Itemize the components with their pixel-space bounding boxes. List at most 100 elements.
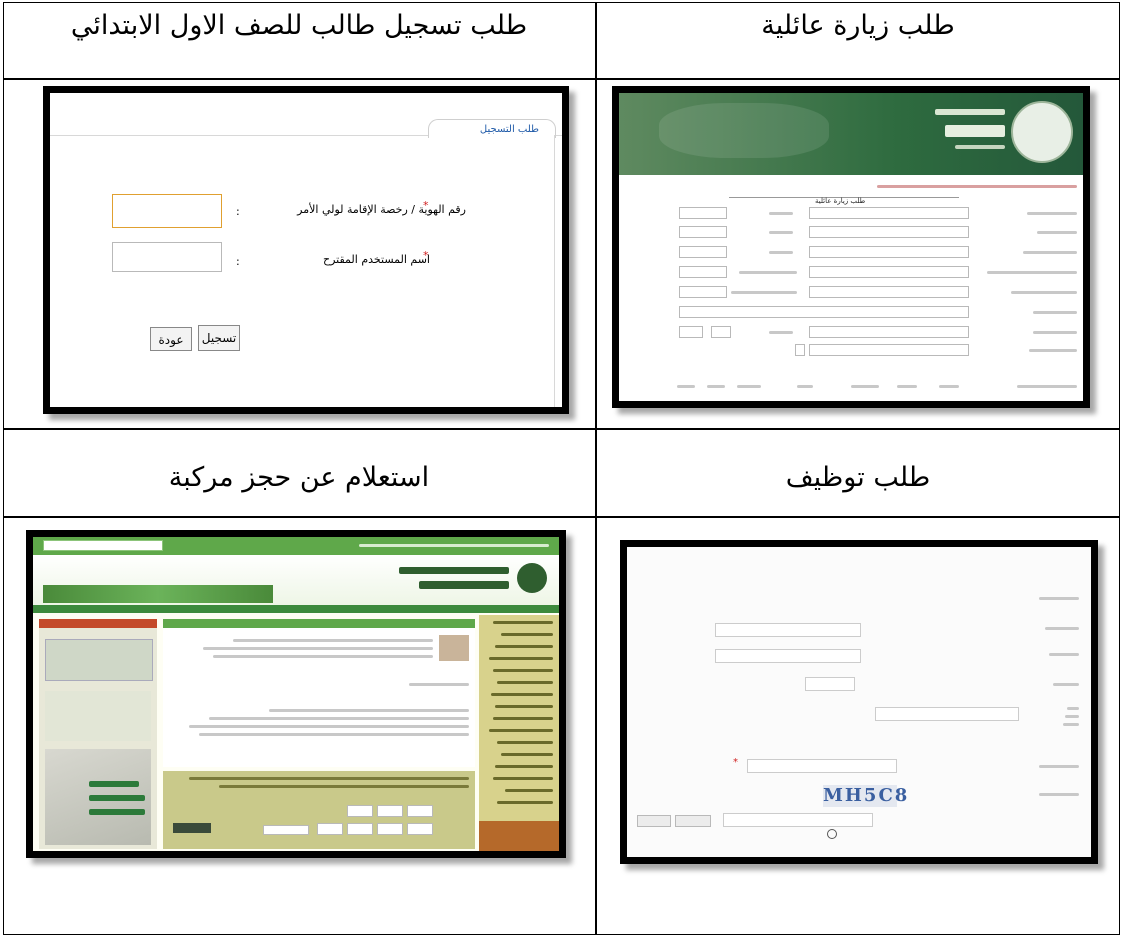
emblem-icon	[517, 563, 547, 593]
tab-label: طلب التسجيل	[479, 124, 539, 135]
plate-input[interactable]	[347, 823, 373, 835]
panel-border	[554, 135, 555, 407]
column-header	[797, 385, 813, 388]
inquiry-panel	[163, 771, 475, 849]
job-request-title: طلب توظيف	[785, 462, 931, 493]
email-input[interactable]	[747, 759, 897, 773]
field-label	[769, 231, 793, 234]
text-field[interactable]	[809, 207, 969, 219]
text-field[interactable]	[809, 226, 969, 238]
job-form-screenshot: * MH5C8	[620, 540, 1098, 864]
captcha-input[interactable]	[263, 825, 309, 835]
required-mark: *	[423, 199, 429, 212]
left-sidebar	[39, 619, 157, 849]
search-input[interactable]	[43, 540, 163, 551]
field-label	[1029, 349, 1077, 352]
colon: :	[236, 255, 240, 268]
row-divider	[3, 516, 1120, 518]
row-divider	[3, 78, 1120, 80]
text-field[interactable]	[679, 266, 727, 278]
tab-registration[interactable]: طلب التسجيل	[428, 119, 556, 138]
field-label	[1067, 707, 1079, 710]
field-label	[1063, 723, 1079, 726]
skyline-graphic	[43, 585, 273, 603]
field-label	[1049, 653, 1079, 656]
field-label	[769, 331, 793, 334]
column-header	[897, 385, 917, 388]
column-header	[851, 385, 879, 388]
field-label	[769, 251, 793, 254]
column-header	[707, 385, 725, 388]
submit-button[interactable]	[675, 815, 711, 827]
field-label	[769, 212, 793, 215]
notice-text	[877, 185, 1077, 188]
field-label	[1039, 793, 1079, 796]
colon: :	[236, 205, 240, 218]
portal-top-bar	[33, 537, 559, 555]
visit-request-title: طلب زيارة عائلية	[761, 10, 955, 41]
column-header	[677, 385, 695, 388]
text-field[interactable]	[679, 306, 969, 318]
mofa-header	[619, 93, 1083, 175]
header-text-line	[935, 109, 1005, 115]
field-label	[1053, 683, 1079, 686]
field-label	[1023, 251, 1077, 254]
section-title	[1039, 597, 1079, 600]
text-field[interactable]	[679, 226, 727, 238]
submit-button[interactable]	[173, 823, 211, 833]
last-name-input[interactable]	[715, 649, 861, 663]
field-label	[1011, 291, 1077, 294]
column-header	[737, 385, 761, 388]
national-id-input[interactable]	[875, 707, 1019, 721]
back-button[interactable]: عودة	[150, 327, 192, 351]
text-field[interactable]	[809, 286, 969, 298]
username-input[interactable]	[112, 242, 222, 272]
plate-input[interactable]	[407, 805, 433, 817]
plate-input[interactable]	[377, 805, 403, 817]
id-input[interactable]	[112, 194, 222, 228]
cancel-button[interactable]	[637, 815, 671, 827]
emblem-icon	[1011, 101, 1073, 163]
text-field[interactable]	[809, 344, 969, 356]
select-field[interactable]	[809, 326, 969, 338]
field-label	[731, 291, 797, 294]
field-label	[987, 271, 1077, 274]
refresh-icon[interactable]	[827, 829, 837, 839]
first-name-input[interactable]	[715, 623, 861, 637]
gender-select[interactable]	[805, 677, 855, 691]
text-field[interactable]	[809, 246, 969, 258]
plate-input[interactable]	[377, 823, 403, 835]
column-header	[1017, 385, 1077, 388]
vehicle-inquiry-title: استعلام عن حجز مركبة	[168, 462, 430, 493]
text-field[interactable]	[679, 246, 727, 258]
select-field[interactable]	[679, 207, 727, 219]
calendar-button[interactable]	[795, 344, 805, 356]
visit-form-screenshot: طلب زيارة عائلية	[612, 86, 1090, 408]
select-field[interactable]	[711, 326, 731, 338]
nav-bar	[33, 605, 559, 613]
text-field[interactable]	[679, 286, 727, 298]
news-thumbnail	[439, 635, 469, 661]
field-label	[1039, 765, 1079, 768]
field-label	[1045, 627, 1079, 630]
header-text-line	[955, 145, 1005, 149]
field-label	[1033, 331, 1077, 334]
text-field[interactable]	[809, 266, 969, 278]
required-mark: *	[733, 757, 738, 768]
news-panel	[163, 619, 475, 767]
world-map-decoration	[659, 103, 829, 158]
plate-input[interactable]	[407, 823, 433, 835]
required-mark: *	[423, 249, 429, 262]
field-label	[1033, 311, 1077, 314]
row-divider	[3, 428, 1120, 430]
promo-box	[479, 821, 559, 851]
side-menu	[479, 615, 559, 851]
register-button[interactable]: تسجيل	[198, 325, 240, 351]
plate-input[interactable]	[347, 805, 373, 817]
plate-input[interactable]	[317, 823, 343, 835]
column-header	[939, 385, 959, 388]
select-field[interactable]	[679, 326, 703, 338]
field-label	[1065, 715, 1079, 718]
captcha-input[interactable]	[723, 813, 873, 827]
form-title: طلب زيارة عائلية	[815, 197, 866, 205]
